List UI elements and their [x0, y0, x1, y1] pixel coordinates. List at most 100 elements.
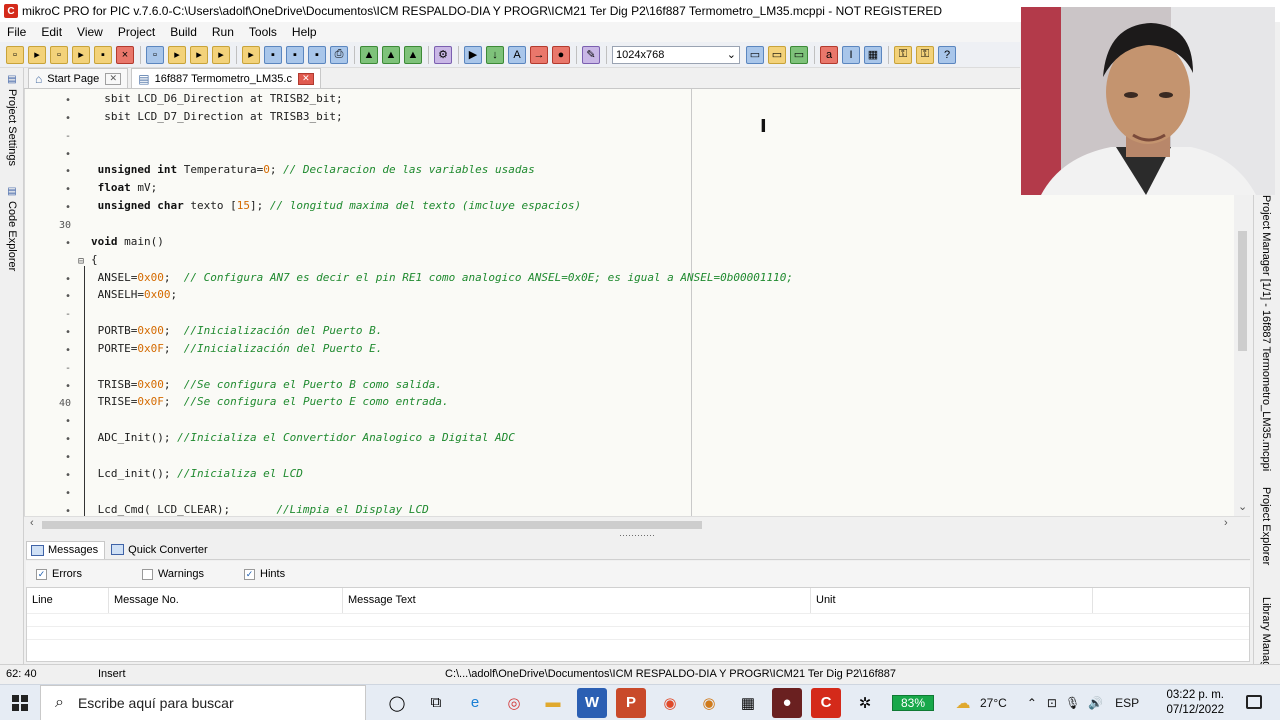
run-to-cursor-icon[interactable]: →: [530, 45, 548, 64]
open-file-icon[interactable]: ▸: [28, 45, 46, 64]
opera-icon[interactable]: ◎: [499, 688, 529, 718]
network-settings-icon[interactable]: ✲: [850, 688, 880, 718]
column-header-message-no[interactable]: Message No.: [109, 588, 343, 613]
chevron-up-icon[interactable]: ⌃: [1027, 696, 1037, 710]
network-icon[interactable]: ⊡: [1047, 696, 1057, 710]
code-comment: // longitud maxima del texto (imcluye es…: [269, 199, 582, 213]
editor-vertical-scrollbar[interactable]: ⌄: [1234, 195, 1250, 516]
new-unit-icon[interactable]: ▫: [146, 45, 164, 64]
scroll-down-icon[interactable]: ⌄: [1238, 500, 1247, 513]
open-project-icon[interactable]: ▸: [72, 45, 90, 64]
weather-temperature[interactable]: 27°C: [980, 696, 1007, 710]
clock[interactable]: 03:22 p. m. 07/12/2022: [1166, 688, 1224, 718]
weather-icon[interactable]: ☁: [948, 688, 978, 718]
scroll-right-icon[interactable]: ›: [1224, 517, 1228, 529]
chrome-icon[interactable]: ◉: [655, 688, 685, 718]
scroll-left-icon[interactable]: ‹: [30, 517, 34, 529]
build-program-icon[interactable]: ▲: [404, 45, 422, 64]
key-icon[interactable]: ⚿: [894, 45, 912, 64]
camera-app-icon[interactable]: ●: [772, 687, 802, 718]
open-folder-icon[interactable]: ▸: [242, 45, 260, 64]
tab-start-page[interactable]: ⌂ Start Page ✕: [28, 68, 129, 88]
column-header-line[interactable]: Line: [27, 588, 109, 613]
menu-help[interactable]: Help: [285, 25, 325, 39]
errors-checkbox[interactable]: ✓: [36, 568, 47, 580]
print-icon[interactable]: ⎙: [330, 45, 348, 64]
new-project-icon[interactable]: ▫: [50, 45, 68, 64]
panel-splitter[interactable]: ⋯⋯⋯⋯: [24, 531, 1250, 540]
seven-segment-icon[interactable]: ▦: [864, 45, 882, 64]
reopen-icon[interactable]: ▸: [212, 45, 230, 64]
battery-indicator[interactable]: 83%: [892, 694, 934, 711]
layout-icon[interactable]: ▭: [746, 45, 764, 64]
column-header-unit[interactable]: Unit: [811, 588, 1093, 613]
tab-source-file[interactable]: ▤ 16f887 Termometro_LM35.c ✕: [131, 68, 321, 88]
volume-icon[interactable]: 🔊: [1088, 696, 1103, 710]
scrollbar-thumb[interactable]: [42, 521, 702, 529]
options-icon[interactable]: ⚙: [434, 45, 452, 64]
library-manager-tab[interactable]: Library Manager: [1260, 597, 1272, 664]
step-over-icon[interactable]: A: [508, 45, 526, 64]
warnings-checkbox[interactable]: [141, 568, 153, 580]
column-header-message-text[interactable]: Message Text: [343, 588, 811, 613]
layout-load-icon[interactable]: ▭: [790, 45, 808, 64]
line-number-gutter: • • - • • • • 30 • ⊟ • • - • • - • 40 • • • • • •: [25, 89, 84, 516]
recent-files-icon[interactable]: ▸: [190, 45, 208, 64]
close-icon[interactable]: ✕: [105, 72, 122, 85]
code-explorer-tab[interactable]: ▤ Code Explorer: [2, 186, 22, 286]
cortana-icon[interactable]: ◯: [382, 688, 412, 718]
italic-icon[interactable]: I: [842, 45, 860, 64]
edge-icon[interactable]: e: [460, 688, 490, 718]
close-icon[interactable]: ✕: [297, 72, 314, 85]
project-explorer-tab[interactable]: Project Explorer: [1260, 487, 1272, 565]
scrollbar-thumb[interactable]: [1238, 231, 1247, 351]
settings-key-icon[interactable]: ⚿: [916, 45, 934, 64]
language-indicator[interactable]: ESP: [1115, 696, 1139, 710]
toggle-breakpoint-icon[interactable]: ●: [552, 45, 570, 64]
project-settings-tab[interactable]: ▤ Project Settings: [2, 74, 22, 184]
hints-filter[interactable]: ✓ Hints: [244, 568, 285, 580]
menu-project[interactable]: Project: [111, 25, 163, 39]
save-icon[interactable]: ▪: [264, 45, 282, 64]
file-explorer-icon[interactable]: ▬: [538, 688, 568, 718]
ascii-chart-icon[interactable]: a: [820, 45, 838, 64]
save-as-icon[interactable]: ▪: [308, 45, 326, 64]
hints-checkbox[interactable]: ✓: [244, 568, 256, 580]
task-view-icon[interactable]: ⧉: [421, 688, 451, 718]
save-project-icon[interactable]: ▪: [94, 45, 112, 64]
menu-file[interactable]: File: [0, 25, 34, 39]
resolution-select[interactable]: 1024x768 ⌄: [612, 45, 740, 64]
fold-toggle-icon[interactable]: ⊟: [75, 253, 87, 271]
menu-tools[interactable]: Tools: [242, 25, 285, 39]
powerpoint-icon[interactable]: P: [616, 687, 646, 718]
open-unit-icon[interactable]: ▸: [168, 45, 186, 64]
notifications-icon[interactable]: [1246, 695, 1262, 709]
new-file-icon[interactable]: ▫: [6, 45, 24, 64]
menu-build[interactable]: Build: [163, 25, 205, 39]
microphone-icon[interactable]: 🎙: [1065, 696, 1080, 710]
calculator-icon[interactable]: ▦: [733, 688, 763, 718]
menu-view[interactable]: View: [70, 25, 111, 39]
debug-start-icon[interactable]: ▶: [464, 45, 482, 64]
tab-quick-converter[interactable]: Quick Converter: [107, 541, 213, 559]
menu-edit[interactable]: Edit: [34, 25, 70, 39]
layout-save-icon[interactable]: ▭: [768, 45, 786, 64]
line-number: •: [64, 380, 71, 392]
save-all-icon[interactable]: ▪: [286, 45, 304, 64]
tools-icon[interactable]: ✎: [582, 45, 600, 64]
build-icon[interactable]: ▲: [360, 45, 378, 64]
build-all-icon[interactable]: ▲: [382, 45, 400, 64]
step-into-icon[interactable]: ↓: [486, 45, 504, 64]
mikroc-taskbar-icon[interactable]: C: [811, 687, 841, 718]
project-manager-tab[interactable]: Project Manager [1/1] - 16f887 Termometr…: [1260, 195, 1272, 471]
errors-filter[interactable]: ✓ Errors: [36, 568, 82, 580]
firefox-icon[interactable]: ◉: [694, 688, 724, 718]
start-button[interactable]: [0, 685, 40, 720]
warnings-filter[interactable]: Warnings: [141, 568, 204, 580]
taskbar-search-box[interactable]: ⌕ Escribe aquí para buscar: [40, 684, 366, 720]
word-icon[interactable]: W: [577, 687, 607, 718]
help-icon[interactable]: ?: [938, 45, 956, 64]
close-project-icon[interactable]: ×: [116, 45, 134, 64]
tab-messages[interactable]: Messages: [26, 540, 106, 559]
menu-run[interactable]: Run: [205, 25, 242, 39]
